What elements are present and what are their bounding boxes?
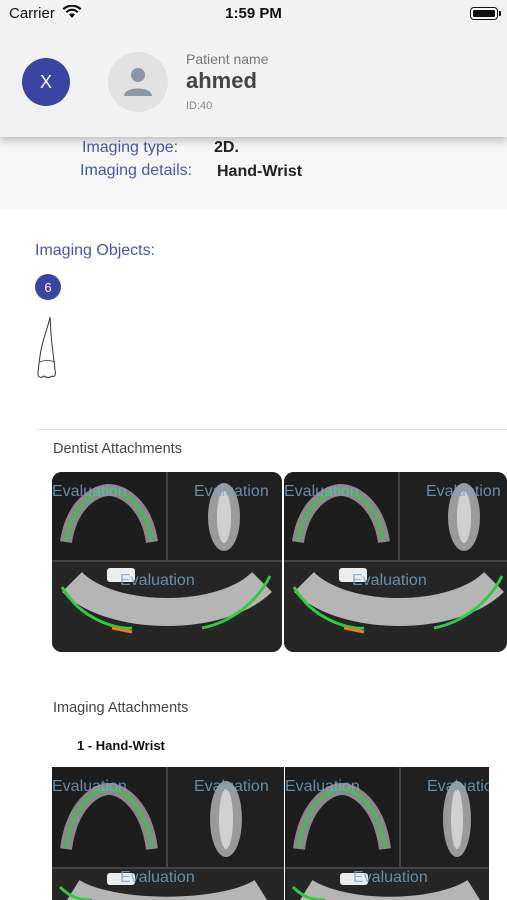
watermark: Evaluation: [194, 778, 269, 795]
watermark: Evaluation: [352, 572, 427, 589]
patient-name-label: Patient name: [186, 51, 269, 67]
battery-icon: [470, 7, 501, 20]
imaging-details-label: Imaging details:: [80, 162, 193, 179]
dentist-attachment-thumbnail[interactable]: Evaluation Evaluation Evaluation: [284, 472, 507, 652]
watermark: Evaluation: [284, 483, 359, 500]
imaging-type-label: Imaging type:: [82, 139, 179, 156]
clock: 1:59 PM: [225, 5, 282, 22]
imaging-objects-title: Imaging Objects:: [35, 242, 156, 259]
dentist-attachment-thumbnail[interactable]: Evaluation Evaluation Evaluation: [52, 472, 282, 652]
xray-image: Evaluation Evaluation Evaluation: [284, 472, 507, 652]
close-button[interactable]: X: [22, 58, 70, 106]
imaging-info: Imaging type: 2D. Imaging details: Hand-…: [0, 137, 507, 209]
xray-image: Evaluation Evaluation Evaluation: [52, 472, 282, 652]
watermark: Evaluation: [427, 778, 489, 795]
watermark: Evaluation: [285, 778, 360, 795]
tooth-icon[interactable]: [34, 316, 60, 380]
imaging-type-value: 2D.: [214, 139, 239, 156]
patient-name: ahmed: [186, 68, 257, 93]
patient-id: ID:40: [186, 100, 213, 112]
dentist-attachments-title: Dentist Attachments: [53, 441, 182, 457]
patient-header: X Patient name ahmed ID:40: [0, 28, 507, 137]
imaging-attachment-thumbnail[interactable]: Evaluation Evaluation Evaluation: [52, 767, 284, 900]
watermark: Evaluation: [353, 869, 428, 886]
status-bar: Carrier 1:59 PM: [0, 0, 507, 28]
imaging-attachment-label: 1 - Hand-Wrist: [77, 738, 165, 753]
person-icon: [124, 68, 152, 96]
imaging-attachment-thumbnail[interactable]: Evaluation Evaluation Evaluation: [285, 767, 489, 900]
xray-image: Evaluation Evaluation Evaluation: [52, 767, 284, 900]
watermark: Evaluation: [120, 572, 195, 589]
xray-image: Evaluation Evaluation Evaluation: [285, 767, 489, 900]
watermark: Evaluation: [52, 778, 127, 795]
objects-count-badge[interactable]: 6: [35, 274, 61, 300]
imaging-details-value: Hand-Wrist: [217, 163, 303, 180]
imaging-attachments-title: Imaging Attachments: [53, 700, 189, 716]
avatar: [108, 52, 168, 112]
section-divider: [37, 429, 507, 430]
watermark: Evaluation: [120, 869, 195, 886]
watermark: Evaluation: [194, 483, 269, 500]
watermark: Evaluation: [426, 483, 501, 500]
watermark: Evaluation: [52, 483, 127, 500]
